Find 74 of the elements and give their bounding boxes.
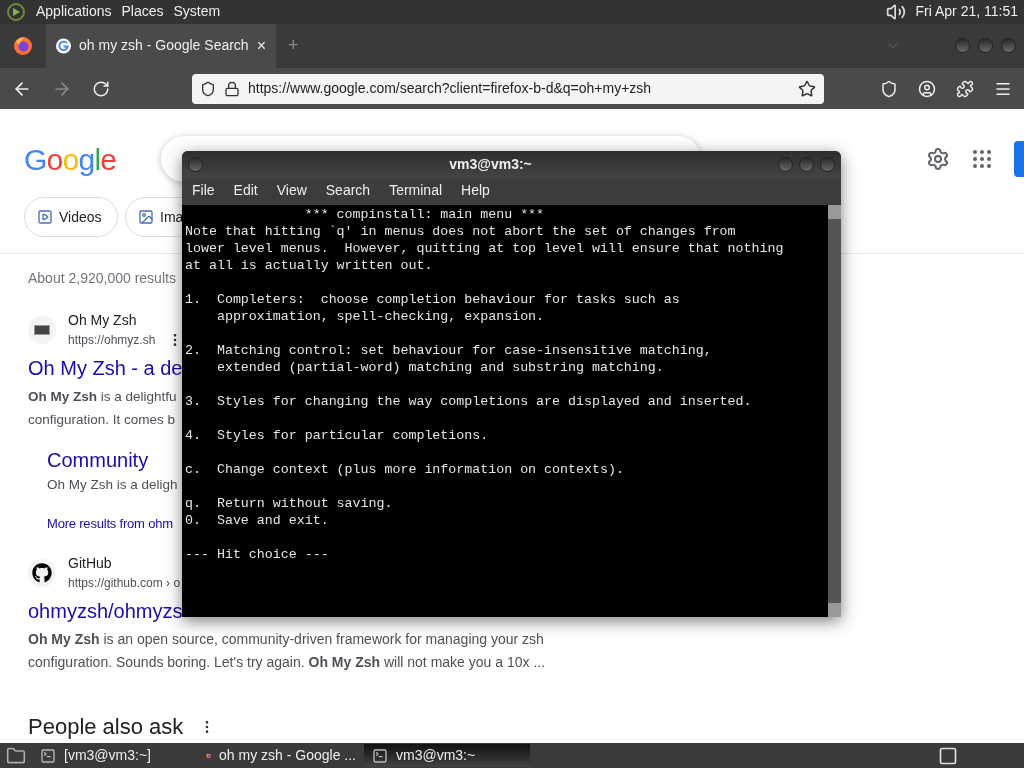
terminal-line: approximation, spell-checking, expansion. (215, 308, 546, 325)
terminal-line: 3. Styles for changing the way completions are displayed and inserted. (185, 393, 753, 410)
site-icon (28, 315, 56, 344)
url-field[interactable]: https://www.google.com/search?client=firefox-b-d&q=oh+my+zsh (192, 73, 824, 104)
result-snippet: Oh My Zsh is a delightfu (28, 388, 177, 407)
video-icon (37, 209, 53, 226)
site-url: https://ohmyz.sh (68, 332, 156, 350)
image-icon (138, 209, 154, 226)
terminal-line: 1. Completers: choose completion behaviour for tasks such as (185, 291, 681, 308)
window-control-icon[interactable] (955, 38, 970, 54)
terminal-line: *** compinstall: main menu *** (303, 206, 546, 223)
workspace-icon[interactable] (938, 745, 958, 766)
menu-item[interactable]: Edit (233, 180, 258, 201)
volume-icon[interactable] (885, 1, 906, 22)
terminal-icon (40, 747, 56, 764)
window-control-icon[interactable] (1001, 38, 1016, 54)
tab-close[interactable]: × (256, 33, 266, 58)
terminal-line: q. Return without saving. (185, 495, 394, 512)
taskbar-button[interactable]: oh my zsh - Google ... (198, 744, 364, 768)
window-title: vm3@vm3:~ (448, 155, 533, 174)
result-count: About 2,920,000 results (28, 269, 176, 289)
window-control-icon[interactable] (820, 157, 835, 172)
browser-tab[interactable]: oh my zsh - Google Search × (46, 23, 276, 68)
window-control-icon[interactable] (978, 38, 993, 54)
window-control-icon[interactable] (188, 157, 203, 172)
google-icon (56, 37, 71, 54)
show-desktop-icon[interactable] (6, 745, 26, 766)
settings-icon[interactable] (926, 147, 950, 172)
window-control-icon[interactable] (799, 157, 814, 172)
result-title-link[interactable]: ohmyzsh/ohmyzs (28, 596, 183, 627)
terminal-line: 2. Matching control: set behaviour for case-insensitive matching, (185, 342, 713, 359)
bookmark-star-icon[interactable] (798, 79, 816, 98)
result-title-link[interactable]: Oh My Zsh - a de (28, 353, 183, 384)
terminal-line: at all is actually written out. (185, 257, 434, 274)
section-heading: People also ask (28, 713, 184, 742)
shield-icon[interactable] (200, 80, 216, 97)
browser-logo-icon (13, 35, 33, 56)
url-text: https://www.google.com/search?client=firefox-b-d&q=oh+my+zsh (248, 79, 653, 99)
account-button[interactable] (1014, 141, 1024, 178)
extensions-icon[interactable] (956, 79, 974, 98)
system-logo-icon[interactable] (6, 1, 26, 22)
terminal-line: c. Change context (plus more information on contexts). (185, 461, 625, 478)
menu-item[interactable]: View (276, 180, 307, 201)
more-results-link[interactable]: More results from ohm (47, 513, 173, 534)
site-icon (28, 558, 56, 587)
site-name: GitHub (68, 554, 113, 574)
terminal-line: 4. Styles for particular completions. (185, 427, 490, 444)
google-logo[interactable]: Google (24, 136, 117, 182)
terminal-line: lower level menus. However, quitting at top level will ensure that nothing (185, 240, 785, 257)
terminal-line: --- Hit choice --- (185, 546, 330, 563)
sitelink-snippet: Oh My Zsh is a deligh (47, 476, 178, 495)
menu-item[interactable]: Search (325, 180, 371, 201)
panel-menu[interactable]: Places (121, 1, 164, 23)
taskbar-button[interactable]: vm3@vm3:~ (364, 744, 530, 768)
window-control-icon[interactable] (778, 157, 793, 172)
result-snippet: Oh My Zsh is an open source, community-driven framework for managing your zsh configuration. Sounds boring. Let's try again. Oh My Zsh will not make you a 10x ... (28, 630, 547, 673)
tab-title: oh my zsh - Google Search (79, 36, 249, 56)
terminal-line: 0. Save and exit. (185, 512, 330, 529)
lock-icon[interactable] (224, 80, 240, 97)
terminal-icon (372, 747, 388, 764)
scrollbar[interactable] (828, 205, 841, 617)
panel-menu[interactable]: Applications (36, 1, 112, 23)
reload-icon[interactable] (92, 79, 110, 98)
clock[interactable]: Fri Apr 21, 11:51 (915, 1, 1018, 23)
result-snippet: configuration. It comes b (28, 411, 176, 430)
menu-item[interactable]: Help (461, 180, 490, 201)
panel-menu[interactable]: System (173, 1, 221, 23)
site-name: Oh My Zsh (68, 311, 138, 331)
site-url: https://github.com › o (68, 575, 181, 593)
menu-item[interactable]: Terminal (389, 180, 443, 201)
sitelink-title[interactable]: Community (47, 445, 149, 476)
terminal-line: extended (partial-word) matching and substring matching. (215, 359, 665, 376)
account-icon[interactable] (918, 79, 936, 98)
taskbar-button[interactable]: [vm3@vm3:~] (32, 744, 198, 768)
